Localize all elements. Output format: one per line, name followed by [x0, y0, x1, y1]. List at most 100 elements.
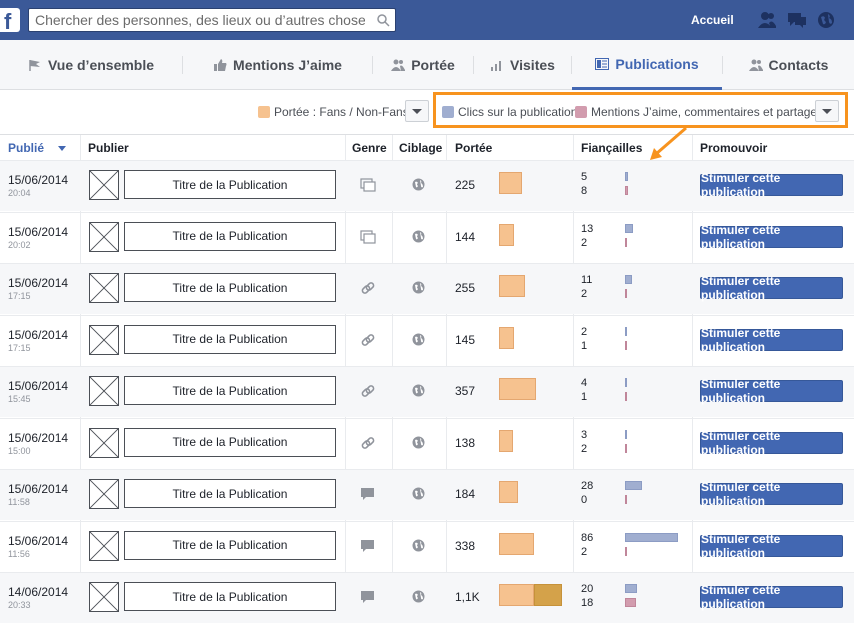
likes-bar[interactable] — [625, 289, 627, 298]
notifications-globe-icon[interactable] — [816, 11, 836, 29]
likes-bar[interactable] — [625, 340, 627, 350]
reach-bar-fans[interactable] — [499, 326, 514, 349]
post-thumbnail-icon[interactable] — [89, 530, 119, 561]
table-header: Publié Publier Genre Ciblage Portée Fian… — [0, 135, 854, 160]
reach-dropdown-button[interactable] — [405, 100, 429, 122]
reach-bar-fans[interactable] — [499, 532, 534, 555]
likes-bar[interactable] — [625, 495, 627, 504]
likes-bar[interactable] — [625, 443, 627, 453]
reach-bar-fans[interactable] — [499, 584, 534, 606]
top-bar: f Accueil — [0, 0, 854, 40]
reach-bar-fans[interactable] — [499, 481, 518, 503]
facebook-logo[interactable]: f — [0, 8, 20, 34]
link-type-icon — [360, 384, 376, 398]
messages-icon[interactable] — [787, 11, 807, 29]
post-thumbnail-icon[interactable] — [89, 427, 119, 458]
boost-post-button[interactable]: Stimuler cette publication — [700, 583, 843, 611]
tab-likes[interactable]: Mentions J’aime — [183, 40, 372, 90]
boost-post-button[interactable]: Stimuler cette publication — [700, 326, 843, 354]
search-input[interactable] — [35, 11, 365, 29]
tab-visits[interactable]: Visites — [474, 40, 571, 90]
reach-bar-nonfans[interactable] — [534, 584, 562, 606]
post-thumbnail-icon[interactable] — [89, 376, 119, 406]
table-row[interactable]: 15/06/2014 15:00 Titre de la Publication 13… — [0, 417, 854, 469]
boost-post-button[interactable]: Stimuler cette publication — [700, 171, 843, 199]
tab-reach[interactable]: Portée — [373, 40, 473, 90]
table-row[interactable]: 15/06/2014 17:15 Titre de la Publication 25… — [0, 263, 854, 314]
boost-post-button[interactable]: Stimuler cette publication — [700, 377, 843, 405]
clicks-value: 28 — [581, 480, 594, 492]
reach-value: 138 — [455, 435, 476, 450]
post-title-link[interactable]: Titre de la Publication — [124, 221, 336, 251]
post-date: 15/06/2014 — [8, 430, 69, 445]
table-row[interactable]: 15/06/2014 11:56 Titre de la Publication 33… — [0, 520, 854, 572]
clicks-bar[interactable] — [625, 532, 678, 542]
clicks-bar[interactable] — [625, 223, 633, 233]
reach-swatch — [258, 106, 270, 118]
post-title-link[interactable]: Titre de la Publication — [124, 530, 336, 560]
tab-overview[interactable]: Vue d’ensemble — [0, 40, 182, 90]
tab-people[interactable]: Contacts — [723, 40, 854, 90]
tab-posts[interactable]: Publications — [572, 40, 722, 90]
likes-value: 8 — [581, 185, 588, 197]
legend-reach: Portée : Fans / Non-Fans — [258, 105, 409, 119]
post-thumbnail-icon[interactable] — [89, 273, 119, 303]
post-title-link[interactable]: Titre de la Publication — [124, 582, 336, 611]
friends-icon[interactable] — [757, 11, 777, 29]
table-row[interactable]: 14/06/2014 20:33 Titre de la Publication 1,… — [0, 572, 854, 623]
reach-bar-fans[interactable] — [499, 172, 522, 194]
post-time: 17:15 — [8, 342, 31, 353]
post-title-link[interactable]: Titre de la Publication — [124, 170, 336, 199]
post-title-link[interactable]: Titre de la Publication — [124, 324, 336, 354]
clicks-value: 4 — [581, 377, 588, 389]
clicks-bar[interactable] — [625, 429, 627, 439]
likes-value: 0 — [581, 494, 588, 506]
table-row[interactable]: 15/06/2014 11:58 Titre de la Publication 18… — [0, 469, 854, 520]
reach-bar-fans[interactable] — [499, 275, 525, 297]
reach-value: 1,1K — [455, 590, 480, 604]
table-row[interactable]: 15/06/2014 17:15 Titre de la Publication 14… — [0, 314, 854, 366]
post-title-link[interactable]: Titre de la Publication — [124, 376, 336, 405]
likes-bar[interactable] — [625, 237, 627, 247]
post-thumbnail-icon[interactable] — [89, 170, 119, 200]
post-time: 20:33 — [8, 600, 31, 610]
clicks-bar[interactable] — [625, 326, 627, 336]
likes-bar[interactable] — [625, 598, 636, 607]
clicks-bar[interactable] — [625, 378, 627, 387]
boost-post-button[interactable]: Stimuler cette publication — [700, 274, 843, 302]
post-thumbnail-icon[interactable] — [89, 582, 119, 612]
clicks-value: 20 — [581, 583, 594, 595]
home-link[interactable]: Accueil — [691, 13, 734, 27]
post-thumbnail-icon[interactable] — [89, 221, 119, 252]
sort-desc-icon[interactable] — [58, 146, 67, 152]
table-row[interactable]: 15/06/2014 20:04 Titre de la Publication 22… — [0, 160, 854, 211]
clicks-bar[interactable] — [625, 584, 637, 593]
reach-bar-fans[interactable] — [499, 429, 513, 452]
post-thumbnail-icon[interactable] — [89, 324, 119, 355]
table-row[interactable]: 15/06/2014 20:02 Titre de la Publication 14… — [0, 211, 854, 263]
post-title-link[interactable]: Titre de la Publication — [124, 479, 336, 508]
table-row[interactable]: 15/06/2014 15:45 Titre de la Publication 35… — [0, 366, 854, 417]
public-globe-icon — [412, 230, 425, 243]
post-title-link[interactable]: Titre de la Publication — [124, 427, 336, 457]
search-box[interactable] — [28, 8, 396, 32]
status-type-icon — [360, 539, 376, 553]
boost-post-button[interactable]: Stimuler cette publication — [700, 429, 843, 457]
column-published[interactable]: Publié — [8, 141, 67, 155]
thumbs-up-icon — [214, 59, 227, 71]
boost-post-button[interactable]: Stimuler cette publication — [700, 480, 843, 508]
boost-post-button[interactable]: Stimuler cette publication — [700, 223, 843, 251]
likes-bar[interactable] — [625, 546, 627, 556]
clicks-bar[interactable] — [625, 481, 642, 490]
reach-bar-fans[interactable] — [499, 223, 514, 246]
search-icon[interactable] — [376, 13, 390, 27]
post-date: 15/06/2014 — [8, 173, 69, 187]
reach-bar-fans[interactable] — [499, 378, 536, 400]
boost-post-button[interactable]: Stimuler cette publication — [700, 532, 843, 560]
post-title-link[interactable]: Titre de la Publication — [124, 273, 336, 302]
likes-bar[interactable] — [625, 392, 627, 401]
post-thumbnail-icon[interactable] — [89, 479, 119, 509]
clicks-bar[interactable] — [625, 172, 628, 181]
likes-bar[interactable] — [625, 186, 628, 195]
clicks-bar[interactable] — [625, 275, 632, 284]
